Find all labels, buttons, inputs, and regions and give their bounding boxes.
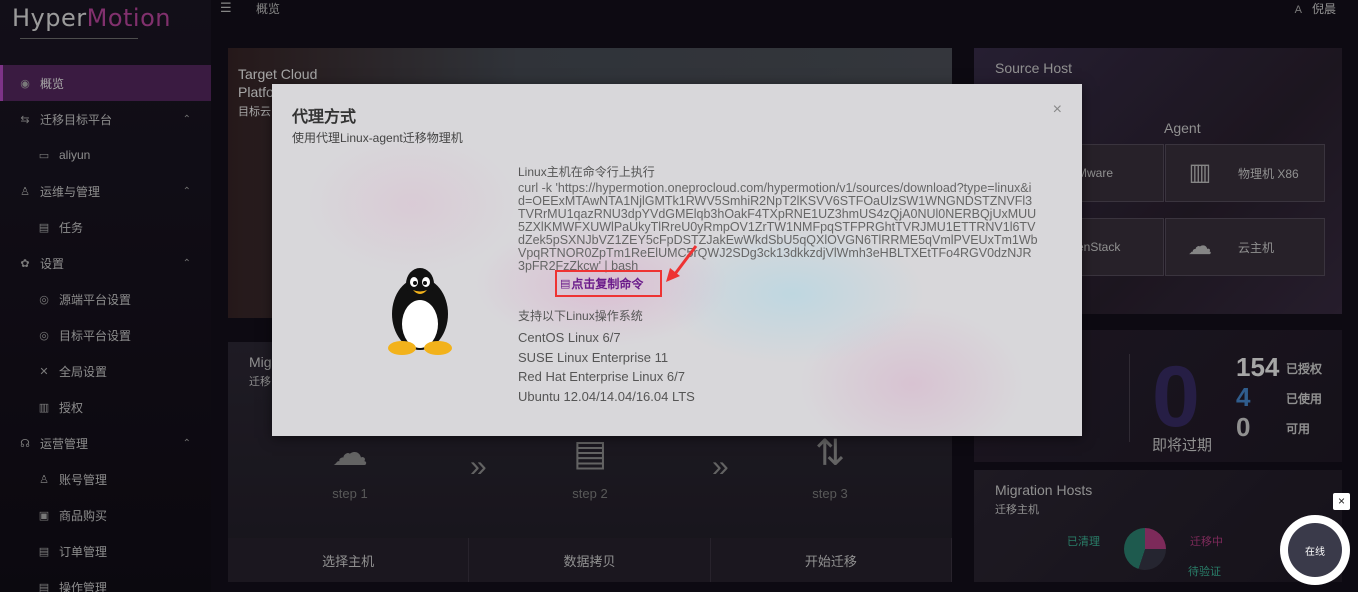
os-support-label: 支持以下Linux操作系统 bbox=[518, 309, 643, 323]
agent-modal: 代理方式 使用代理Linux-agent迁移物理机 × Linux主机在命令行上… bbox=[272, 84, 1082, 436]
chat-label: 在线 bbox=[1305, 546, 1325, 558]
modal-title: 代理方式 bbox=[292, 109, 357, 126]
copy-icon: ▤ bbox=[560, 278, 571, 290]
command-label: Linux主机在命令行上执行 bbox=[518, 165, 655, 179]
os-item: CentOS Linux 6/7 bbox=[518, 330, 621, 345]
chat-support-button[interactable]: 在线 bbox=[1280, 515, 1350, 585]
arrow-pointer-icon bbox=[666, 245, 698, 282]
os-list: CentOS Linux 6/7 SUSE Linux Enterprise 1… bbox=[518, 330, 695, 408]
copy-command-label: 点击复制命令 bbox=[571, 277, 644, 291]
modal-subtitle: 使用代理Linux-agent迁移物理机 bbox=[292, 131, 463, 145]
chat-close-icon[interactable]: × bbox=[1333, 493, 1350, 510]
linux-penguin-icon bbox=[388, 268, 452, 355]
copy-command-button[interactable]: ▤ 点击复制命令 bbox=[555, 270, 662, 297]
command-text[interactable]: curl -k 'https://hypermotion.oneprocloud… bbox=[518, 182, 1038, 273]
os-item: SUSE Linux Enterprise 11 bbox=[518, 349, 669, 365]
chat-support-icon: 在线 bbox=[1288, 523, 1342, 577]
os-item: Ubuntu 12.04/14.04/16.04 LTS bbox=[518, 388, 695, 404]
close-icon[interactable]: × bbox=[1053, 101, 1062, 119]
os-item: Red Hat Enterprise Linux 6/7 bbox=[518, 369, 685, 384]
